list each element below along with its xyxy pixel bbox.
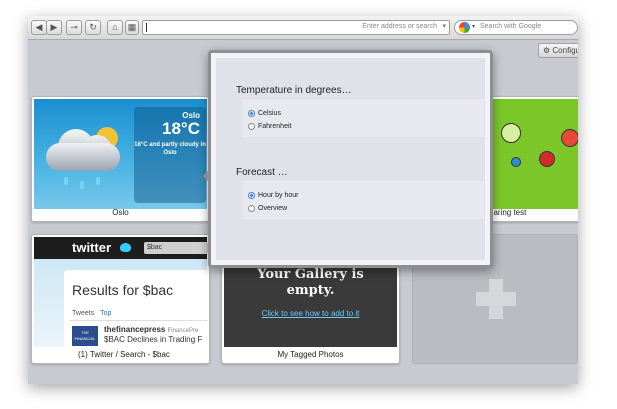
temperature-title: Temperature in degrees… <box>236 85 352 96</box>
results-heading: Results for $bac <box>72 282 174 298</box>
results-tabs: Tweets Top <box>72 310 111 317</box>
twitter-topbar: twitter $bac <box>34 237 208 259</box>
tweet-text: $BAC Declines in Trading F <box>104 335 203 344</box>
weather-settings-popup: Temperature in degrees… Celsius Fahrenhe… <box>203 50 493 268</box>
reload-icon: ↻ <box>89 22 97 32</box>
configure-label: Configure <box>552 46 578 55</box>
tile-caption: My Tagged Photos <box>277 350 344 359</box>
raindrop-icon <box>96 177 100 185</box>
radio-celsius[interactable] <box>248 110 255 117</box>
forecast-section: Forecast … Hour by hour Overview <box>236 167 486 219</box>
radio-fahrenheit[interactable] <box>248 123 255 130</box>
gallery-heading-line2: empty. <box>286 283 335 298</box>
option-label: Fahrenheit <box>258 123 292 130</box>
tab-tweets: Tweets <box>72 310 95 317</box>
divider <box>70 320 207 321</box>
bird-icon <box>120 243 131 252</box>
weather-panel: Oslo 18°C 18°C and partly cloudy in Oslo <box>134 107 206 203</box>
avatar: THE FINANCIAL <box>72 326 98 346</box>
tab-top: Top <box>100 310 112 317</box>
raindrop-icon <box>80 181 84 189</box>
option-hour-by-hour[interactable]: Hour by hour <box>248 189 484 202</box>
option-label: Celsius <box>258 110 281 117</box>
temperature-options: Celsius Fahrenheit <box>242 99 484 137</box>
option-celsius[interactable]: Celsius <box>248 107 484 120</box>
speed-dial-button[interactable]: ▦ <box>125 20 139 35</box>
weather-temperature: 18°C <box>162 119 200 138</box>
twitter-results-panel: Results for $bac Tweets Top THE FINANCIA… <box>64 270 207 350</box>
tile-caption: Oslo <box>112 208 129 217</box>
raindrop-icon <box>64 177 68 185</box>
option-label: Hour by hour <box>258 192 299 199</box>
reload-button[interactable]: ↻ <box>85 20 101 35</box>
speed-dial-icon: ▦ <box>127 22 137 32</box>
ball-icon <box>539 151 555 167</box>
tweet-display-name: FinancePre <box>167 328 199 334</box>
browser-toolbar: ◀ ▶ ⊸ ↻ ⌂ ▦ Enter address or search ▾ ▾ … <box>28 16 578 40</box>
twitter-search-box: $bac <box>144 242 208 254</box>
temperature-section: Temperature in degrees… Celsius Fahrenhe… <box>236 85 486 137</box>
option-overview[interactable]: Overview <box>248 202 484 215</box>
browser-window: ◀ ▶ ⊸ ↻ ⌂ ▦ Enter address or search ▾ ▾ … <box>28 16 578 384</box>
key-icon: ⊸ <box>70 22 78 32</box>
chevron-down-icon[interactable]: ▾ <box>472 23 475 30</box>
radio-overview[interactable] <box>248 205 255 212</box>
twitter-thumbnail: twitter $bac Results for $bac Tweets Top… <box>34 237 208 350</box>
radio-hour-by-hour[interactable] <box>248 192 255 199</box>
chevron-down-icon[interactable]: ▾ <box>442 22 446 30</box>
option-label: Overview <box>258 205 288 212</box>
popup-body: Temperature in degrees… Celsius Fahrenhe… <box>216 58 485 260</box>
tile-caption: (1) Twitter / Search - $bac <box>78 350 170 359</box>
speed-dial-tile-oslo[interactable]: Oslo 18°C 18°C and partly cloudy in Oslo… <box>31 96 210 222</box>
home-icon: ⌂ <box>112 22 118 32</box>
plus-icon <box>476 292 516 306</box>
child-head <box>501 123 521 143</box>
forecast-options: Hour by hour Overview <box>242 181 484 219</box>
weather-thumbnail: Oslo 18°C 18°C and partly cloudy in Oslo <box>34 99 207 209</box>
address-placeholder: Enter address or search <box>362 23 437 30</box>
text-caret <box>146 23 147 32</box>
speed-dial-tile-twitter[interactable]: twitter $bac Results for $bac Tweets Top… <box>31 234 210 364</box>
back-button[interactable]: ◀ <box>31 20 47 35</box>
option-fahrenheit[interactable]: Fahrenheit <box>248 120 484 133</box>
child-head <box>561 129 578 147</box>
key-button[interactable]: ⊸ <box>66 20 82 35</box>
address-field[interactable]: Enter address or search ▾ <box>142 20 450 35</box>
forward-button[interactable]: ▶ <box>46 20 62 35</box>
forward-icon: ▶ <box>50 22 58 32</box>
weather-description: 18°C and partly cloudy in Oslo <box>134 142 206 156</box>
search-placeholder: Search with Google <box>480 23 542 30</box>
forecast-title: Forecast … <box>236 167 288 178</box>
google-icon[interactable] <box>459 22 470 33</box>
cloud-icon <box>46 127 124 171</box>
home-button[interactable]: ⌂ <box>107 20 123 35</box>
gear-icon: ⚙ <box>543 46 551 55</box>
search-field[interactable]: ▾ Search with Google <box>454 20 578 35</box>
twitter-logo: twitter <box>72 240 111 255</box>
tweet-user: thefinancepress FinancePre <box>104 325 198 334</box>
gallery-help-link: Click to see how to add to it <box>261 309 360 318</box>
tweet-username: thefinancepress <box>104 325 166 334</box>
popup-pointer <box>203 168 211 184</box>
configure-button[interactable]: ⚙ Configure <box>538 43 578 58</box>
back-icon: ◀ <box>35 22 43 32</box>
gallery-heading-line1: Your Gallery is <box>257 267 364 282</box>
ball-icon <box>511 157 521 167</box>
gallery-heading: Your Gallery is empty. <box>224 267 397 299</box>
